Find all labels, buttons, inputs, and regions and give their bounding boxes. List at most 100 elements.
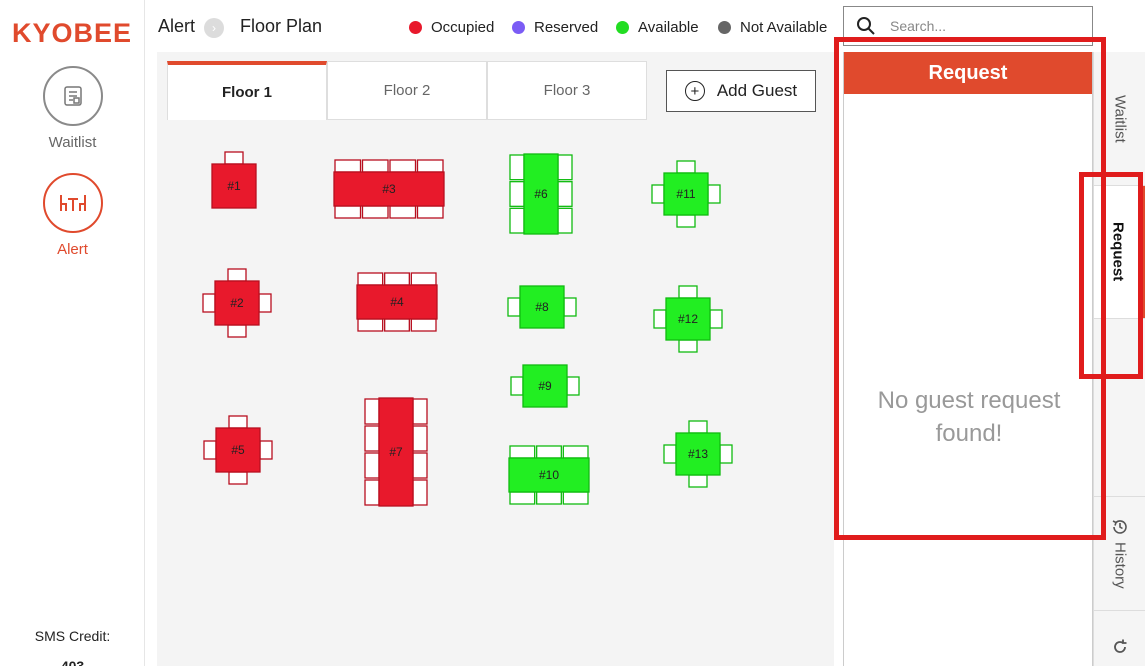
history-icon [1112,520,1127,534]
floor-table[interactable]: #9 [510,364,580,408]
floor-table[interactable]: #5 [203,415,273,485]
table-chair [224,151,244,165]
table-chair [334,159,362,173]
table-chair [227,324,247,338]
table-chair [509,154,525,181]
table-chair [364,452,380,479]
table-number: #2 [230,296,244,310]
table-chair [389,205,417,219]
table-chair [509,181,525,207]
app-logo[interactable]: KYOBEE [12,18,132,49]
table-number: #7 [389,445,403,459]
table-chair [228,471,248,485]
floor-table[interactable]: #2 [202,268,272,338]
table-chair [663,444,677,464]
table-chair [536,445,562,459]
table-chair [557,181,573,207]
table-chair [509,491,536,505]
not-available-dot-icon [718,21,731,34]
floor-tabs: Floor 1 Floor 2 Floor 3 [167,61,647,120]
search-icon [857,17,875,35]
alert-nav-circle [42,173,103,233]
available-dot-icon [616,21,629,34]
table-chair [536,491,562,505]
table-chair [676,214,696,228]
clipboard-icon [63,86,82,106]
table-chair [507,297,521,317]
table-chair [719,444,733,464]
table-chair [389,159,417,173]
plus-circle-icon: + [684,81,705,101]
table-chair [676,160,696,174]
floor-table[interactable]: #12 [653,285,723,353]
table-chair [678,339,698,353]
top-header: Alert › Floor Plan Occupied Reserved Ava… [145,0,835,52]
add-guest-button[interactable]: + Add Guest [666,70,816,112]
legend-available: Available [616,19,699,36]
tab-floor-3[interactable]: Floor 3 [487,61,647,120]
table-chair [709,309,723,329]
floor-table[interactable]: #3 [333,159,445,219]
table-chair [361,159,389,173]
floor-table[interactable]: #13 [663,420,733,488]
floor-table[interactable]: #6 [509,153,573,235]
table-chair [384,272,410,286]
table-chair [707,184,721,204]
table-chair [258,293,272,313]
table-number: #11 [676,187,695,201]
table-chair [364,398,380,425]
sms-credit-label: SMS Credit: [34,628,111,644]
add-guest-label: Add Guest [716,81,798,100]
table-chair [227,268,247,282]
table-chair [557,154,573,181]
legend-label: Occupied [431,19,495,36]
table-chair [412,425,428,452]
floor-table[interactable]: #11 [651,160,721,228]
table-chair [557,207,573,234]
table-chair [334,205,362,219]
sidebar-item-waitlist[interactable]: Waitlist [0,66,145,151]
floor-plan-area: #1 #2 #3 #4 #5 #6 #7 #8 #9 #10 #11 #12 #13 Floor 1 F… [157,52,834,666]
vertical-tab-label: Waitlist [1111,94,1129,143]
table-number: #3 [382,182,396,196]
sidebar-item-label: Waitlist [48,134,97,151]
table-chair [562,491,589,505]
floor-table[interactable]: #7 [364,397,428,507]
table-number: #9 [538,379,552,393]
table-chair [678,285,698,299]
floor-table[interactable]: #10 [508,445,590,505]
floor-table[interactable]: #4 [356,272,438,332]
reserved-dot-icon [512,21,525,34]
sidebar-item-alert[interactable]: Alert [0,173,145,258]
legend-occupied: Occupied [409,19,494,36]
tab-floor-1[interactable]: Floor 1 [167,61,327,120]
table-chair [412,398,428,425]
tab-floor-2[interactable]: Floor 2 [327,61,487,120]
refresh-button[interactable] [1094,627,1145,666]
floor-table[interactable]: #8 [507,285,577,329]
table-chair [410,318,437,332]
table-chair [688,474,708,488]
table-chair [416,159,444,173]
table-number: #13 [688,447,708,461]
search-input[interactable] [890,18,1080,34]
table-chair [509,207,525,234]
waitlist-nav-circle [42,66,103,126]
table-chair [688,420,708,434]
table-chair [357,318,384,332]
table-chair [364,425,380,452]
table-chair [653,309,667,329]
left-sidebar: KYOBEE Waitlist Alert SMS Credit: 403 [0,0,145,666]
table-chair [384,318,410,332]
sidebar-item-label: Alert [57,241,88,258]
table-chair [510,376,524,396]
table-chair [357,272,384,286]
breadcrumb-alert[interactable]: Alert [158,16,195,37]
table-chair [412,452,428,479]
table-chair [412,479,428,506]
table-chair [259,440,273,460]
table-chair [566,376,580,396]
table-chair [203,440,217,460]
table-chair [228,415,248,429]
floor-table[interactable]: #1 [211,151,257,209]
